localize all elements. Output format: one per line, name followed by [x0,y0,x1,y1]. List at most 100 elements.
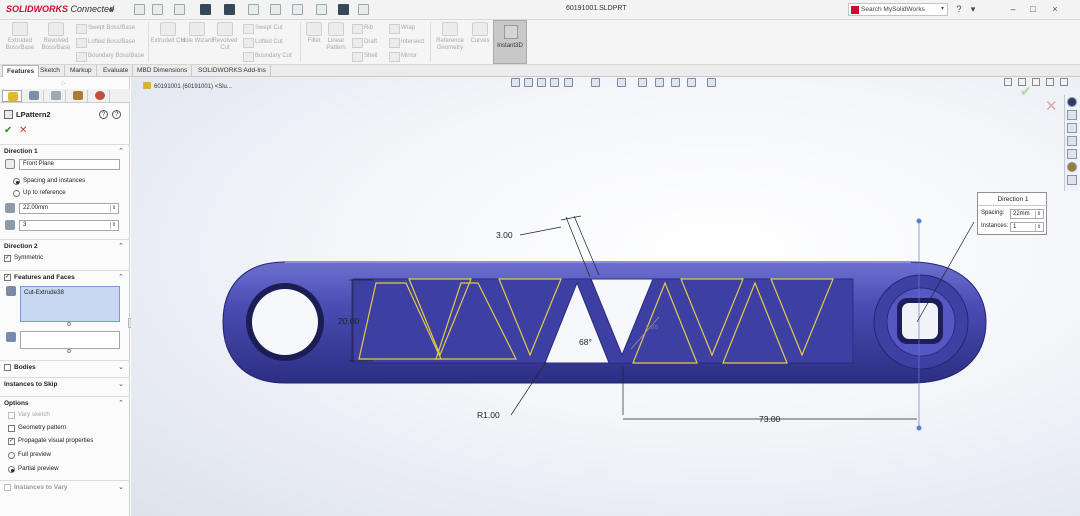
instances-input[interactable]: 3 ⇕ [19,220,119,231]
left-hole[interactable] [246,283,324,361]
intersect-button[interactable]: Intersect [389,36,424,48]
part-model[interactable]: 3.00 20.00 68° R1.00 73.00 2.00 [131,77,1080,516]
help-icon[interactable]: ? [99,110,108,119]
direction1-header[interactable]: Direction 1 ⌃ [0,144,130,158]
spin-icon[interactable]: ⇕ [110,205,117,212]
geometry-pattern-checkbox[interactable]: Geometry pattern [8,424,66,432]
display-manager-tab[interactable] [90,90,110,102]
info-icon[interactable]: ? [112,110,121,119]
tab-evaluate[interactable]: Evaluate [99,65,134,77]
search-input[interactable]: Search MySolidWorks [848,3,948,16]
spacing-instances-radio[interactable]: Spacing and instances [13,177,85,185]
tab-sketch[interactable]: Sketch [36,65,65,77]
app-logo[interactable]: SOLIDWORKS Connected [6,4,114,14]
tab-features[interactable]: Features [2,65,40,77]
undo-icon[interactable] [248,4,259,15]
dim-small-text[interactable]: 2.00 [646,325,658,331]
revolved-boss-button[interactable]: Revolved Boss/Base [38,22,74,62]
rebuild-icon[interactable] [316,4,327,15]
direction1-reference-field[interactable]: Front Plane [19,159,120,170]
dim-radius-text[interactable]: R1.00 [477,410,500,420]
swept-boss-button[interactable]: Swept Boss/Base [76,22,135,34]
panel-grip-icon[interactable]: ⁘ [60,80,66,88]
mirror-button[interactable]: Mirror [389,50,417,62]
extruded-cut-icon [160,22,176,36]
save-icon[interactable] [200,4,211,15]
draft-button[interactable]: Draft [352,36,377,48]
feature-item[interactable]: Cut-Extrude38 [24,289,64,296]
bodies-header[interactable]: Bodies ⌄ [0,360,130,374]
search-dropdown-icon[interactable]: ▾ [941,5,944,12]
linear-pattern-icon [4,110,13,119]
cancel-button[interactable]: ✕ [19,125,27,136]
reverse-direction-icon[interactable] [5,159,15,169]
dim-width-text[interactable]: 3.00 [496,230,513,240]
curves-label: Curves [470,38,490,44]
help-icon[interactable]: ? [952,3,966,16]
propagate-visual-checkbox[interactable]: ✓ Propagate visual properties [8,437,93,445]
partial-preview-radio[interactable]: Partial preview [8,465,59,473]
rib-button[interactable]: Rib [352,22,373,34]
instances-to-skip-header[interactable]: Instances to Skip ⌄ [0,377,130,391]
select-arrow-icon[interactable] [292,4,303,15]
symmetric-checkbox[interactable]: ✓ Symmetric [4,254,43,262]
shell-button[interactable]: Shell [352,50,377,62]
feature-tree-tab[interactable] [2,90,22,102]
boundary-boss-button[interactable]: Boundary Boss/Base [76,50,144,62]
list-resize-handle[interactable] [67,322,71,326]
property-manager-tab[interactable] [24,90,44,102]
options-gear-icon[interactable] [358,4,369,15]
minimize-button[interactable]: – [1006,3,1020,16]
dimxpert-tab[interactable] [68,90,88,102]
lofted-boss-button[interactable]: Lofted Boss/Base [76,36,135,48]
graphics-area[interactable]: 60191001 (60191001) <Slu... ✔ ✕ 3.00 20.… [131,77,1080,516]
ok-button[interactable]: ✔ [4,125,12,136]
direction-handle[interactable] [916,425,922,431]
spin-icon[interactable]: ⇕ [1035,224,1042,231]
features-to-pattern-list[interactable]: Cut-Extrude38 [20,286,120,322]
right-hub[interactable] [873,274,969,370]
dim-length-text[interactable]: 73.00 [759,414,781,424]
direction-handle[interactable] [916,218,922,224]
open-folder-icon[interactable] [174,4,185,15]
help-dropdown-icon[interactable]: ▾ [966,3,980,16]
faces-to-pattern-list[interactable] [20,331,120,349]
menu-arrow-icon[interactable]: ▸ [110,4,115,15]
print-icon[interactable] [224,4,235,15]
direction2-header[interactable]: Direction 2 ⌃ [0,239,130,253]
revolved-cut-button[interactable]: Revolved Cut [207,22,243,62]
lofted-cut-button[interactable]: Lofted Cut [243,36,283,48]
swept-cut-button[interactable]: Swept Cut [243,22,283,34]
tab-markup[interactable]: Markup [66,65,97,77]
callout-spacing-input[interactable]: 22mm ⇕ [1010,209,1044,219]
features-faces-header[interactable]: ✓ Features and Faces ⌃ [0,270,130,284]
dim-angle-text[interactable]: 68° [579,337,592,347]
configuration-manager-tab[interactable] [46,90,66,102]
instant3d-button[interactable]: Instant3D [493,20,527,64]
callout-instances-input[interactable]: 1 ⇕ [1010,222,1044,232]
extruded-boss-button[interactable]: Extruded Boss/Base [2,22,38,62]
vary-sketch-checkbox[interactable]: Vary sketch [8,411,50,419]
spin-icon[interactable]: ⇕ [1035,211,1042,218]
logo-suffix: Connected [70,4,115,14]
home-icon[interactable] [134,4,145,15]
new-document-icon[interactable] [152,4,163,15]
spin-icon[interactable]: ⇕ [110,222,117,229]
dim-height-text[interactable]: 20.00 [338,316,360,326]
tab-mbd-dimensions[interactable]: MBD Dimensions [133,65,193,77]
instances-to-vary-header[interactable]: Instances to Vary ⌄ [0,480,130,494]
boundary-cut-button[interactable]: Boundary Cut [243,50,292,62]
restore-button[interactable]: □ [1026,3,1040,16]
spacing-input[interactable]: 22.00mm ⇕ [19,203,119,214]
full-preview-radio[interactable]: Full preview [8,451,51,459]
direction-callout[interactable]: Direction 1 Spacing: 22mm ⇕ Instances: 1 ⇕ [977,192,1048,235]
redo-icon[interactable] [270,4,281,15]
up-to-reference-radio[interactable]: Up to reference [13,189,66,197]
file-properties-icon[interactable] [338,4,349,15]
options-header[interactable]: Options ⌃ [0,396,130,410]
list-resize-handle[interactable] [67,349,71,353]
wrap-button[interactable]: Wrap [389,22,415,34]
linear-pattern-button[interactable]: Linear Pattern [318,22,354,62]
close-button[interactable]: × [1048,3,1062,16]
tab-solidworks-addins[interactable]: SOLIDWORKS Add-Ins [194,65,271,77]
